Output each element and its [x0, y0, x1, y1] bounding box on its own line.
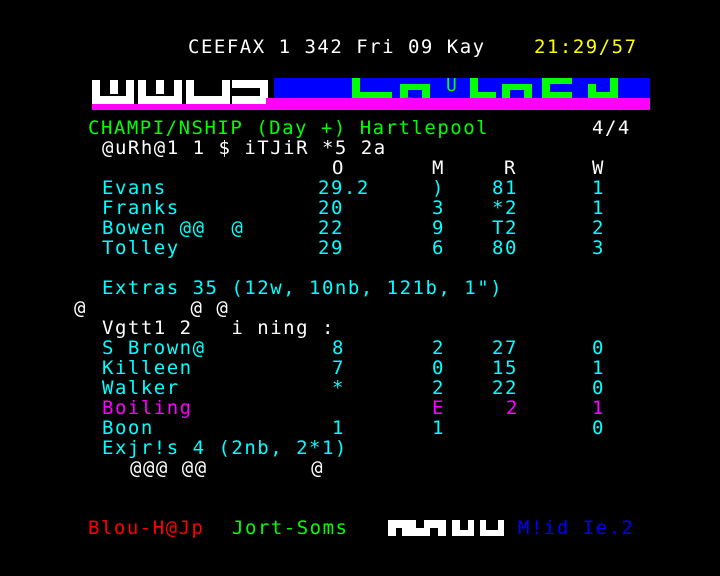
table-row: Bowen @@ @ [102, 218, 244, 238]
bowler-maidens: ) [432, 177, 445, 199]
noise-line-2: @@@ @@ @ [130, 457, 325, 479]
bowler-overs: 29.2 [318, 177, 370, 199]
fastext-blue-link[interactable]: M!id Ie.2 [518, 518, 634, 538]
bowler-maidens: 9 [432, 217, 445, 239]
bowler-name: Killeen [102, 357, 193, 379]
bowler-wickets: 0 [592, 417, 605, 439]
header-clock: 21:29/57 [534, 36, 638, 58]
table-row: Tolley [102, 238, 180, 258]
bowler-runs: 81 [492, 177, 518, 199]
column-header-overs: O [332, 157, 345, 179]
innings2-heading: Vgtt1 2 i ning : [102, 317, 335, 339]
bowler-overs: * [332, 377, 345, 399]
page-title: CHAMPI/NSHIP (Day +) Hartlepool [88, 117, 490, 139]
bowler-runs: 22 [492, 377, 518, 399]
banner-green-mosaic [352, 78, 652, 102]
bowler-overs: 7 [332, 357, 345, 379]
bowler-wickets: 1 [592, 177, 605, 199]
banner-marker: I [404, 94, 416, 113]
bowler-runs: 15 [492, 357, 518, 379]
bowler-name: Walker [102, 377, 180, 399]
column-header-maidens: M [432, 157, 445, 179]
bowler-wickets: 1 [592, 197, 605, 219]
bowler-wickets: 1 [592, 397, 605, 419]
bowler-maidens: 6 [432, 237, 445, 259]
ceefax-banner: U I [92, 75, 652, 113]
fastext-yellow-mosaic[interactable] [388, 518, 516, 540]
extras-1: Extras 35 (12w, 10nb, 121b, 1") [102, 277, 504, 299]
bowler-maidens: 2 [432, 337, 445, 359]
bowler-runs: *2 [492, 197, 518, 219]
table-row: Franks [102, 198, 180, 218]
bowler-maidens: 3 [432, 197, 445, 219]
bowler-runs: 80 [492, 237, 518, 259]
bowler-overs: 20 [318, 197, 344, 219]
bowler-runs: 2 [506, 397, 519, 419]
table-row: Evans [102, 178, 167, 198]
bowler-name: Evans [102, 177, 167, 199]
bowler-name: Franks [102, 197, 180, 219]
bowler-wickets: 3 [592, 237, 605, 259]
bowler-wickets: 0 [592, 337, 605, 359]
banner-glyph: U [446, 75, 459, 96]
bowler-overs: 8 [332, 337, 345, 359]
bowler-name: Boiling [102, 397, 193, 419]
bowler-name: S Brown@ [102, 337, 206, 359]
bowler-name: Tolley [102, 237, 180, 259]
bowler-maidens: E [432, 397, 445, 419]
bowler-overs: 29 [318, 237, 344, 259]
fastext-red-link[interactable]: Blou-H@Jp [88, 518, 204, 538]
bowler-runs: 27 [492, 337, 518, 359]
logo-mosaic [92, 76, 270, 110]
bowler-overs: 22 [318, 217, 344, 239]
bowler-maidens: 0 [432, 357, 445, 379]
column-header-wickets: W [592, 157, 605, 179]
bowler-name: Bowen @@ @ [102, 217, 245, 239]
header-service-info: CEEFAX 1 342 Fri 09 Kay [188, 36, 486, 58]
bowler-overs: 1 [332, 417, 345, 439]
bowler-maidens: 2 [432, 377, 445, 399]
bowler-wickets: 0 [592, 377, 605, 399]
bowler-name: Boon [102, 417, 154, 439]
noise-line: @ @ @ [74, 297, 230, 319]
bowler-wickets: 2 [592, 217, 605, 239]
bowler-runs: T2 [492, 217, 518, 239]
bowler-wickets: 1 [592, 357, 605, 379]
bowler-maidens: 1 [432, 417, 445, 439]
page-count: 4/4 [592, 117, 631, 139]
extras-2: Exjr!s 4 (2nb, 2*1) [102, 437, 348, 459]
innings1-heading: @uRh@1 1 $ iTJiR *5 2a [102, 137, 387, 159]
column-header-runs: R [504, 157, 517, 179]
fastext-green-link[interactable]: Jort-Soms [232, 518, 348, 538]
